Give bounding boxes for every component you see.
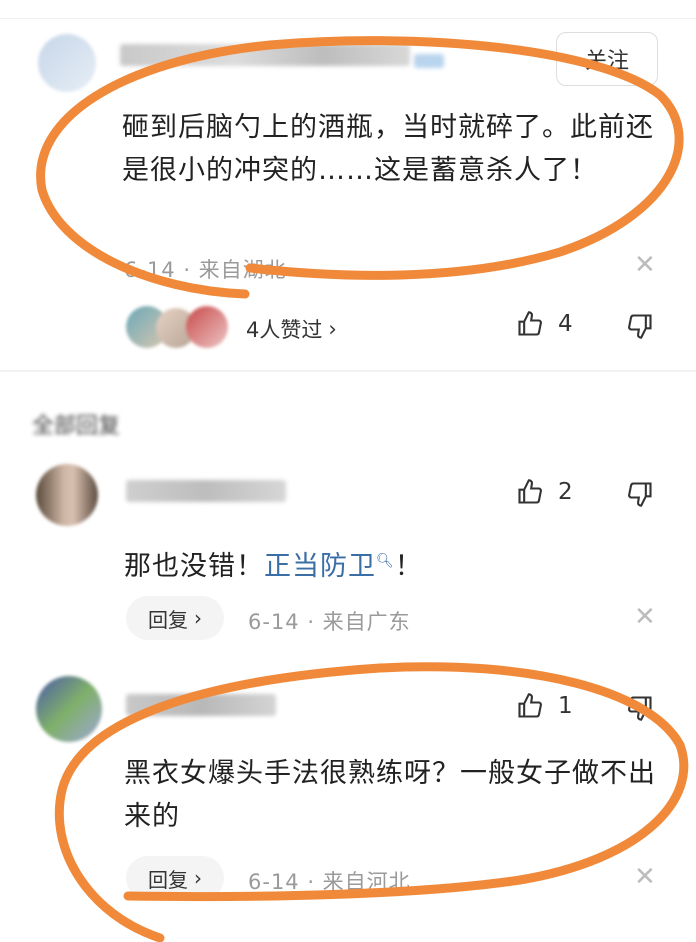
avatar[interactable] <box>36 464 98 526</box>
reply-label: 回复 <box>148 607 188 632</box>
like-count: 2 <box>558 479 573 505</box>
liker-avatar[interactable] <box>186 306 228 348</box>
avatar[interactable] <box>38 34 96 92</box>
thumb-down-icon <box>628 314 652 339</box>
comment-text: 黑衣女爆头手法很熟练呀？一般女子做不出来的 <box>124 758 656 832</box>
comment-meta: 6-14 · 来自湖北 <box>124 258 287 282</box>
username-blurred[interactable] <box>126 480 286 502</box>
thumb-up-icon <box>518 311 542 336</box>
reply-button[interactable]: 回复 › <box>126 596 224 640</box>
comment-text: 那也没错！正当防卫🔍︎！ <box>124 540 423 588</box>
thumb-up-icon <box>518 479 542 504</box>
close-icon[interactable]: ✕ <box>634 250 656 280</box>
top-divider <box>0 18 696 19</box>
dislike-button[interactable] <box>626 694 654 726</box>
likers-link[interactable]: 4人赞过 › <box>246 314 337 344</box>
like-button[interactable]: 1 <box>516 692 573 720</box>
close-icon[interactable]: ✕ <box>634 602 656 632</box>
thumb-down-icon <box>628 482 652 507</box>
follow-button[interactable]: 关注 <box>556 32 658 86</box>
thumb-down-icon <box>628 696 652 721</box>
username-blurred[interactable] <box>126 694 276 716</box>
section-divider <box>0 370 696 372</box>
search-icon: 🔍︎ <box>376 553 395 569</box>
comment-meta: 6-14 · 来自河北 <box>248 870 411 894</box>
comment-text-end: ！ <box>394 551 423 582</box>
username-blurred[interactable] <box>120 44 410 66</box>
chevron-right-icon: › <box>194 606 202 630</box>
topic-link[interactable]: 正当防卫 <box>264 551 376 582</box>
dislike-button[interactable] <box>626 480 654 512</box>
dislike-button[interactable] <box>626 312 654 344</box>
close-icon[interactable]: ✕ <box>634 862 656 892</box>
likers-text: 4人赞过 <box>246 318 323 342</box>
like-count: 1 <box>558 693 573 719</box>
reply-button[interactable]: 回复 › <box>126 856 224 900</box>
user-badge-blurred <box>414 54 444 68</box>
comment-text-main: 那也没错！ <box>124 551 264 582</box>
avatar[interactable] <box>36 676 102 742</box>
section-label: 全部回复 <box>32 414 121 439</box>
like-button[interactable]: 2 <box>516 478 573 506</box>
thumb-up-icon <box>518 693 542 718</box>
chevron-right-icon: › <box>194 866 202 890</box>
comment-meta: 6-14 · 来自广东 <box>248 610 411 634</box>
reply-label: 回复 <box>148 867 188 892</box>
chevron-right-icon: › <box>328 317 337 341</box>
like-button[interactable]: 4 <box>516 310 573 338</box>
like-count: 4 <box>558 311 573 337</box>
comment-text: 砸到后脑勺上的酒瓶，当时就碎了。此前还是很小的冲突的……这是蓄意杀人了！ <box>122 112 654 186</box>
